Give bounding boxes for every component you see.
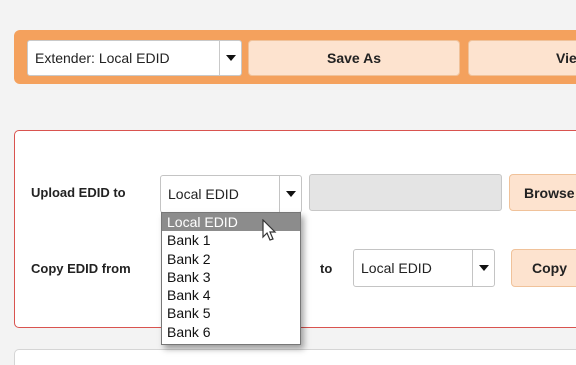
mouse-pointer-icon <box>262 219 277 241</box>
bottom-panel <box>14 349 576 365</box>
chevron-down-icon[interactable] <box>219 41 241 75</box>
dropdown-item-bank-5[interactable]: Bank 5 <box>162 304 300 322</box>
upload-edid-label: Upload EDID to <box>31 185 126 200</box>
browse-button[interactable]: Browse <box>509 174 576 211</box>
copy-button[interactable]: Copy <box>511 249 576 287</box>
dropdown-item-bank-2[interactable]: Bank 2 <box>162 250 300 268</box>
copy-label: Copy <box>532 260 567 276</box>
dropdown-item-local-edid[interactable]: Local EDID <box>162 213 300 232</box>
save-as-button[interactable]: Save As <box>248 40 460 76</box>
save-as-label: Save As <box>327 50 381 66</box>
copy-edid-label: Copy EDID from <box>31 261 131 276</box>
chevron-down-icon[interactable] <box>472 250 494 286</box>
copy-target-select[interactable]: Local EDID <box>353 249 495 287</box>
extender-select-value: Extender: Local EDID <box>35 50 170 66</box>
upload-target-select[interactable]: Local EDID <box>160 175 302 213</box>
view-label: Vie <box>556 50 576 66</box>
upload-target-value: Local EDID <box>168 186 239 202</box>
to-label: to <box>320 261 333 276</box>
extender-select[interactable]: Extender: Local EDID <box>27 40 242 76</box>
chevron-down-icon[interactable] <box>279 176 301 212</box>
view-button[interactable]: Vie <box>468 40 576 76</box>
browse-label: Browse <box>524 184 575 201</box>
dropdown-item-bank-4[interactable]: Bank 4 <box>162 286 300 304</box>
dropdown-item-bank-6[interactable]: Bank 6 <box>162 323 300 341</box>
copy-target-value: Local EDID <box>361 260 432 276</box>
dropdown-item-bank-3[interactable]: Bank 3 <box>162 268 300 286</box>
dropdown-item-bank-1[interactable]: Bank 1 <box>162 231 300 249</box>
file-path-field[interactable] <box>309 174 502 211</box>
upload-target-dropdown[interactable]: Local EDID Bank 1 Bank 2 Bank 3 Bank 4 B… <box>161 212 301 345</box>
